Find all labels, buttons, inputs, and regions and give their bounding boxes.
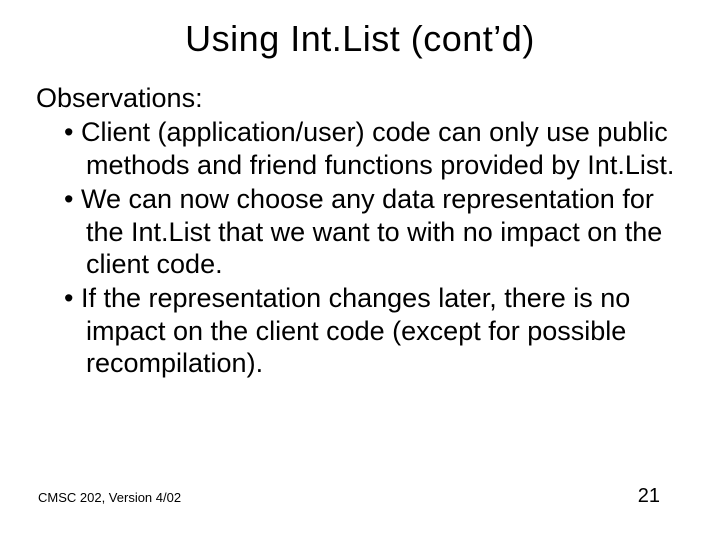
slide-title: Using Int.List (cont’d) (36, 18, 684, 60)
list-item: If the representation changes later, the… (36, 282, 684, 379)
footer-page-number: 21 (638, 485, 660, 508)
slide-footer: CMSC 202, Version 4/02 21 (38, 485, 660, 508)
list-item: We can now choose any data representatio… (36, 183, 684, 280)
observations-heading: Observations: (36, 82, 684, 114)
bullet-list: Client (application/user) code can only … (36, 116, 684, 379)
list-item: Client (application/user) code can only … (36, 116, 684, 181)
footer-course-version: CMSC 202, Version 4/02 (38, 490, 181, 505)
slide-container: Using Int.List (cont’d) Observations: Cl… (0, 0, 720, 540)
